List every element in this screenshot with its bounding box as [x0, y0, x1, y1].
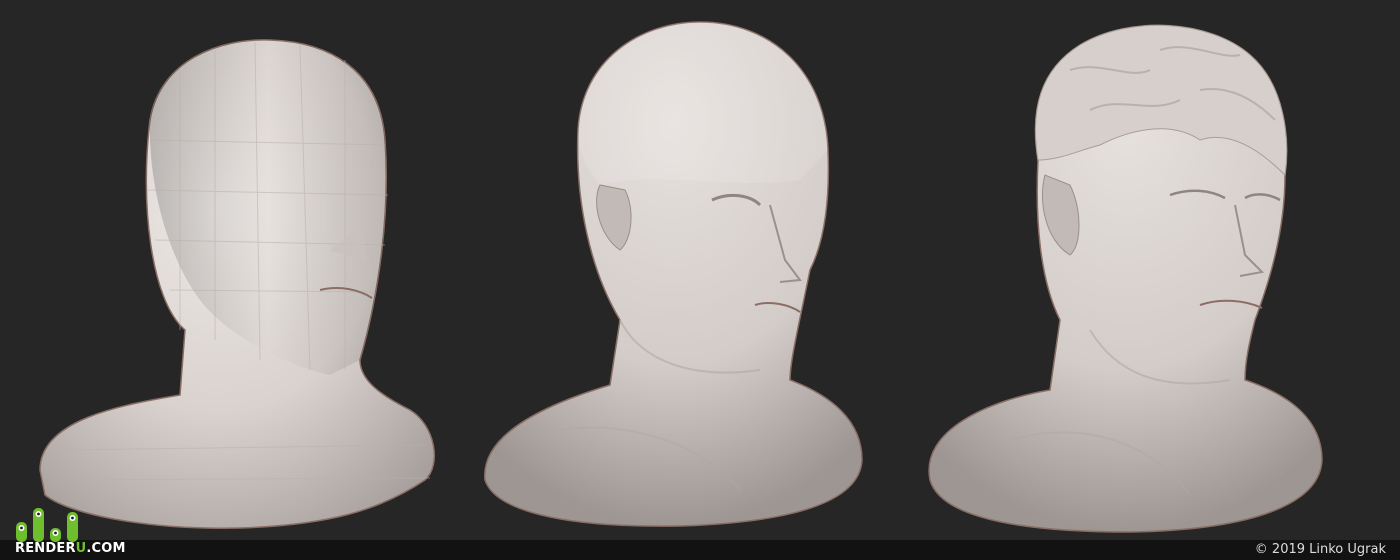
copyright-notice: © 2019 Linko Ugrak	[1254, 542, 1386, 557]
footer-bar	[0, 540, 1400, 560]
bust-primary	[484, 21, 863, 527]
bust-detailed	[928, 24, 1323, 533]
renderu-logo-text: RENDERU.COM	[15, 541, 126, 556]
bust-blockout	[39, 39, 436, 529]
artwork-canvas: RENDERU.COM © 2019 Linko Ugrak	[0, 0, 1400, 560]
sculpt-render	[39, 21, 1323, 533]
